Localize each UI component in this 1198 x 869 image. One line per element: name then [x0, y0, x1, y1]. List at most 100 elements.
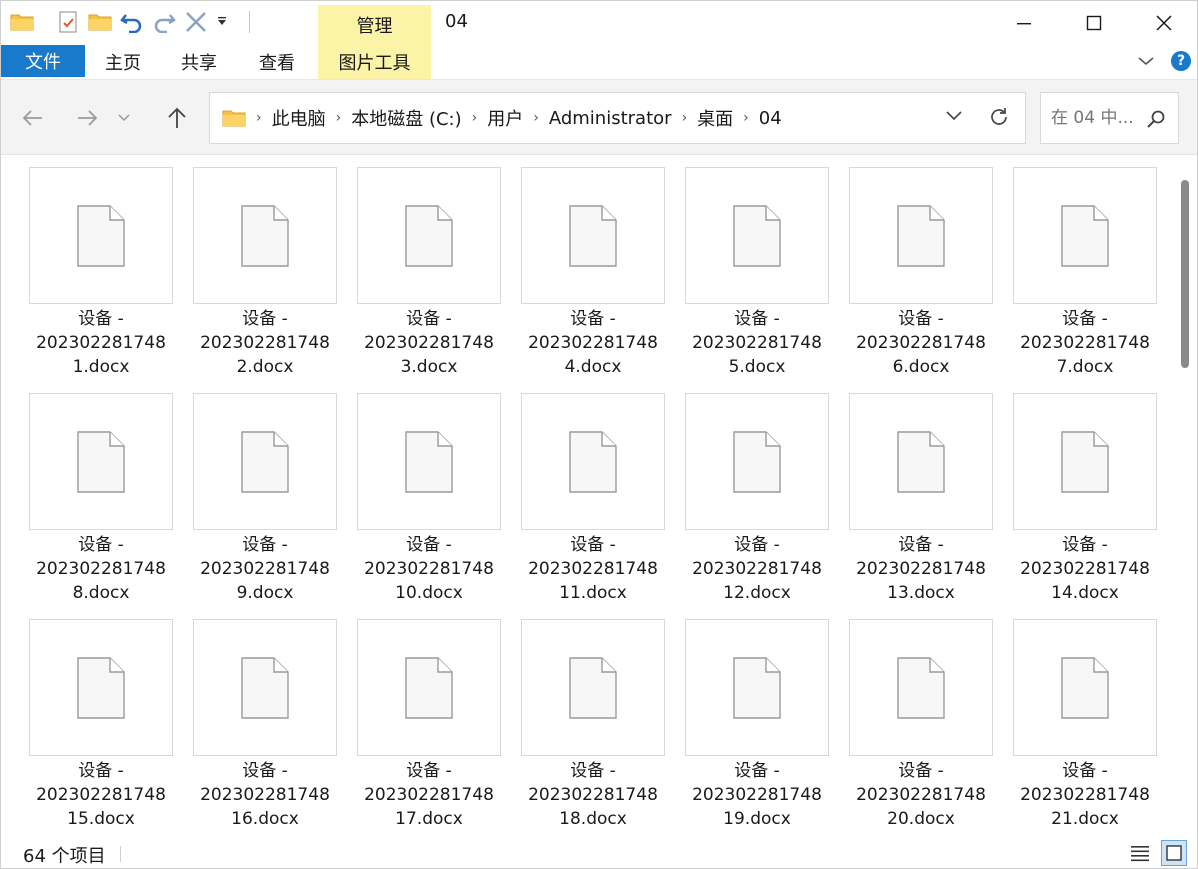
file-name-line: 设备 - — [1062, 309, 1108, 329]
file-item[interactable]: 设备 - 202302281748 13.docx — [849, 393, 993, 605]
file-name: 设备 - 202302281748 17.docx — [354, 759, 504, 831]
vertical-scrollbar[interactable] — [1175, 156, 1197, 836]
file-item[interactable]: 设备 - 202302281748 16.docx — [193, 619, 337, 831]
chevron-down-icon — [946, 111, 962, 121]
file-name: 设备 - 202302281748 10.docx — [354, 533, 504, 605]
tab-picture-tools[interactable]: 图片工具 — [318, 45, 431, 79]
close-button[interactable] — [1129, 1, 1197, 45]
chevron-right-icon[interactable]: › — [470, 110, 480, 126]
file-name: 设备 - 202302281748 13.docx — [846, 533, 996, 605]
file-name-line: 设备 - — [734, 761, 780, 781]
help-button[interactable]: ? — [1171, 51, 1191, 71]
document-icon — [685, 393, 829, 530]
file-item[interactable]: 设备 - 202302281748 18.docx — [521, 619, 665, 831]
chevron-right-icon[interactable]: › — [741, 110, 751, 126]
forward-button[interactable] — [69, 100, 105, 136]
file-item[interactable]: 设备 - 202302281748 4.docx — [521, 167, 665, 379]
file-name-line: 8.docx — [72, 583, 130, 603]
file-name-line: 202302281748 — [364, 333, 494, 353]
file-item[interactable]: 设备 - 202302281748 15.docx — [29, 619, 173, 831]
document-icon — [521, 167, 665, 304]
tab-home[interactable]: 主页 — [91, 45, 155, 79]
breadcrumb-this-pc[interactable]: 此电脑 — [264, 105, 334, 131]
file-item[interactable]: 设备 - 202302281748 1.docx — [29, 167, 173, 379]
tab-file[interactable]: 文件 — [1, 45, 85, 77]
refresh-button[interactable] — [987, 105, 1011, 133]
close-icon — [1156, 15, 1172, 31]
chevron-right-icon[interactable]: › — [334, 110, 344, 126]
maximize-icon — [1086, 15, 1102, 31]
file-name-line: 3.docx — [400, 357, 458, 377]
file-item[interactable]: 设备 - 202302281748 21.docx — [1013, 619, 1157, 831]
document-icon — [685, 619, 829, 756]
scrollbar-thumb[interactable] — [1181, 180, 1189, 368]
recent-locations-button[interactable] — [113, 100, 135, 136]
folder-icon[interactable] — [9, 9, 35, 35]
file-name-line: 设备 - — [570, 309, 616, 329]
file-name-line: 21.docx — [1051, 809, 1119, 829]
file-item[interactable]: 设备 - 202302281748 17.docx — [357, 619, 501, 831]
file-name: 设备 - 202302281748 16.docx — [190, 759, 340, 831]
up-button[interactable] — [159, 100, 195, 136]
file-item[interactable]: 设备 - 202302281748 9.docx — [193, 393, 337, 605]
file-name: 设备 - 202302281748 11.docx — [518, 533, 668, 605]
chevron-right-icon[interactable]: › — [531, 110, 541, 126]
search-icon[interactable] — [1146, 109, 1166, 133]
file-name-line: 202302281748 — [856, 333, 986, 353]
file-item[interactable]: 设备 - 202302281748 19.docx — [685, 619, 829, 831]
file-name-line: 14.docx — [1051, 583, 1119, 603]
properties-icon[interactable] — [55, 9, 81, 35]
customize-toolbar-dropdown-icon[interactable] — [215, 9, 229, 35]
undo-icon[interactable] — [119, 9, 145, 35]
file-name-line: 202302281748 — [692, 785, 822, 805]
file-item[interactable]: 设备 - 202302281748 20.docx — [849, 619, 993, 831]
file-name-line: 设备 - — [406, 535, 452, 555]
search-input[interactable] — [1051, 108, 1151, 128]
delete-icon[interactable] — [183, 9, 209, 35]
back-button[interactable] — [15, 100, 51, 136]
toolbar-divider — [249, 11, 250, 33]
search-box[interactable] — [1040, 92, 1179, 144]
explorer-window: 管理 04 文件 主页 共享 查看 图片工具 ? › 此电脑 › 本地磁盘 (C… — [0, 0, 1198, 869]
file-item[interactable]: 设备 - 202302281748 11.docx — [521, 393, 665, 605]
file-name-line: 202302281748 — [36, 785, 166, 805]
file-item[interactable]: 设备 - 202302281748 6.docx — [849, 167, 993, 379]
file-item[interactable]: 设备 - 202302281748 8.docx — [29, 393, 173, 605]
file-name: 设备 - 202302281748 5.docx — [682, 307, 832, 379]
breadcrumb-current-folder[interactable]: 04 — [751, 108, 790, 129]
file-name: 设备 - 202302281748 20.docx — [846, 759, 996, 831]
navigation-bar: › 此电脑 › 本地磁盘 (C:) › 用户 › Administrator ›… — [1, 79, 1197, 155]
file-name-line: 202302281748 — [528, 333, 658, 353]
tab-view[interactable]: 查看 — [245, 45, 309, 79]
tab-share[interactable]: 共享 — [167, 45, 231, 79]
file-item[interactable]: 设备 - 202302281748 5.docx — [685, 167, 829, 379]
file-name: 设备 - 202302281748 19.docx — [682, 759, 832, 831]
file-name: 设备 - 202302281748 15.docx — [26, 759, 176, 831]
ribbon-right-controls: ? — [1137, 51, 1191, 71]
document-icon — [521, 619, 665, 756]
new-folder-icon[interactable] — [87, 9, 113, 35]
minimize-button[interactable] — [989, 1, 1059, 45]
file-item[interactable]: 设备 - 202302281748 2.docx — [193, 167, 337, 379]
tab-manage[interactable]: 管理 — [318, 5, 431, 45]
expand-ribbon-button[interactable] — [1137, 52, 1155, 71]
details-view-button[interactable] — [1127, 840, 1153, 866]
address-history-button[interactable] — [945, 107, 963, 126]
file-item[interactable]: 设备 - 202302281748 10.docx — [357, 393, 501, 605]
file-name-line: 19.docx — [723, 809, 791, 829]
large-icons-view-button[interactable] — [1161, 840, 1187, 866]
address-bar[interactable]: › 此电脑 › 本地磁盘 (C:) › 用户 › Administrator ›… — [209, 92, 1026, 144]
redo-icon[interactable] — [151, 9, 177, 35]
file-name-line: 1.docx — [72, 357, 130, 377]
breadcrumb-users[interactable]: 用户 — [479, 105, 531, 131]
maximize-button[interactable] — [1059, 1, 1129, 45]
file-item[interactable]: 设备 - 202302281748 14.docx — [1013, 393, 1157, 605]
chevron-right-icon[interactable]: › — [680, 110, 690, 126]
breadcrumb-desktop[interactable]: 桌面 — [689, 105, 741, 131]
file-name-line: 202302281748 — [1020, 333, 1150, 353]
file-item[interactable]: 设备 - 202302281748 3.docx — [357, 167, 501, 379]
breadcrumb-administrator[interactable]: Administrator — [541, 108, 680, 129]
file-item[interactable]: 设备 - 202302281748 7.docx — [1013, 167, 1157, 379]
file-item[interactable]: 设备 - 202302281748 12.docx — [685, 393, 829, 605]
breadcrumb-local-disk[interactable]: 本地磁盘 (C:) — [343, 105, 469, 131]
